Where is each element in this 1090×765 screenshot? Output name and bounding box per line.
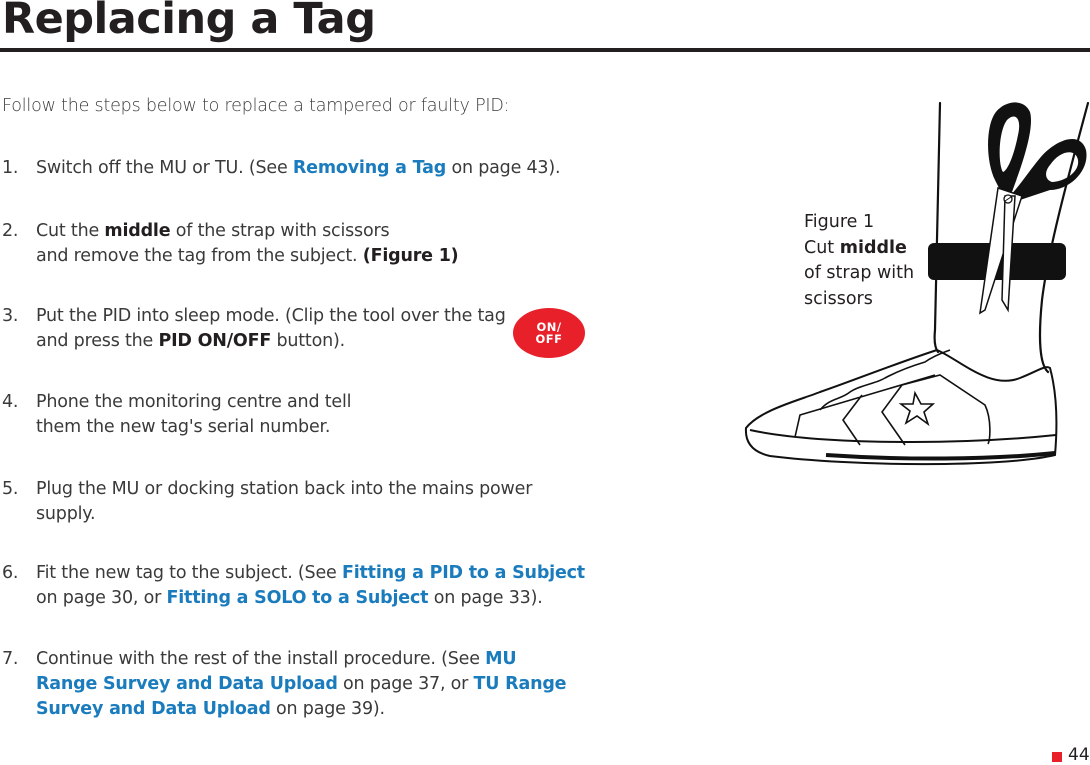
step-number: 5. <box>2 479 19 499</box>
step-text-segment: button). <box>271 331 345 351</box>
step-item: 7. Continue with the rest of the install … <box>2 647 567 722</box>
bold-text: (Figure 1) <box>362 246 459 266</box>
page-number: 44 <box>1068 745 1090 765</box>
step-number: 3. <box>2 306 19 326</box>
page-marker-icon <box>1052 752 1062 762</box>
step-text: Continue with the rest of the install pr… <box>36 647 567 722</box>
step-text-segment: on page 43). <box>446 158 561 178</box>
step-text-segment: Cut the <box>36 221 105 241</box>
step-item: 3. Put the PID into sleep mode. (Clip the… <box>2 304 506 354</box>
scissors-ankle-illustration <box>744 101 1090 466</box>
step-number: 4. <box>2 392 19 412</box>
step-text-segment: on page 30, or <box>36 588 167 608</box>
step-text-segment: them the new tag's serial number. <box>36 417 331 437</box>
step-text: Fit the new tag to the subject. (See Fit… <box>36 561 585 611</box>
step-item: 4. Phone the monitoring centre and tell th… <box>2 390 351 440</box>
bold-text: middle <box>104 221 171 241</box>
step-text-segment: Put the PID into sleep mode. (Clip the t… <box>36 306 506 326</box>
step-text-segment: of the strap with scissors <box>170 221 390 241</box>
step-text-segment: Continue with the rest of the install pr… <box>36 649 486 669</box>
step-item: 1. Switch off the MU or TU. (See Removing… <box>2 156 561 181</box>
step-text-segment: Plug the MU or docking station back into… <box>36 479 533 499</box>
step-text-segment: Phone the monitoring centre and tell <box>36 392 352 412</box>
step-text: Plug the MU or docking station back into… <box>36 477 532 527</box>
step-text: Switch off the MU or TU. (See Removing a… <box>36 156 561 181</box>
sneaker-icon <box>744 348 1058 466</box>
step-number: 2. <box>2 221 19 241</box>
step-text: Phone the monitoring centre and tell them… <box>36 390 351 440</box>
step-number: 7. <box>2 649 19 669</box>
on-off-label-line2: OFF <box>535 332 563 346</box>
cross-reference-link[interactable]: Fitting a SOLO to a Subject <box>167 588 429 608</box>
step-item: 6. Fit the new tag to the subject. (See F… <box>2 561 585 611</box>
scissors-icon <box>979 102 1087 315</box>
bold-text: PID ON/OFF <box>158 331 272 351</box>
step-text-segment: and remove the tag from the subject. <box>36 246 363 266</box>
step-item: 2. Cut the middle of the strap with sciss… <box>2 219 459 269</box>
cross-reference-link[interactable]: TU Range <box>474 674 567 694</box>
step-text-segment: Switch off the MU or TU. (See <box>36 158 293 178</box>
cross-reference-link[interactable]: Range Survey and Data Upload <box>36 674 338 694</box>
cross-reference-link[interactable]: Removing a Tag <box>293 158 446 178</box>
step-text: Put the PID into sleep mode. (Clip the t… <box>36 304 506 354</box>
step-text: Cut the middle of the strap with scissor… <box>36 219 459 269</box>
step-item: 5. Plug the MU or docking station back in… <box>2 477 532 527</box>
intro-text: Follow the steps below to replace a tamp… <box>2 96 510 116</box>
step-text-segment: on page 33). <box>428 588 543 608</box>
step-text-segment: and press the <box>36 331 159 351</box>
step-text-segment: Fit the new tag to the subject. (See <box>36 563 342 583</box>
step-text-segment: on page 39). <box>270 699 385 719</box>
cross-reference-link[interactable]: Survey and Data Upload <box>36 699 271 719</box>
step-number: 1. <box>2 158 19 178</box>
cross-reference-link[interactable]: Fitting a PID to a Subject <box>342 563 585 583</box>
step-text-segment: supply. <box>36 504 96 524</box>
step-number: 6. <box>2 563 19 583</box>
title-rule <box>0 48 1090 52</box>
cross-reference-link[interactable]: MU <box>485 649 516 669</box>
page-title: Replacing a Tag <box>2 0 376 44</box>
step-text-segment: on page 37, or <box>337 674 474 694</box>
on-off-button-icon: ON/OFF <box>513 308 585 358</box>
leg-left-outline <box>933 101 942 354</box>
